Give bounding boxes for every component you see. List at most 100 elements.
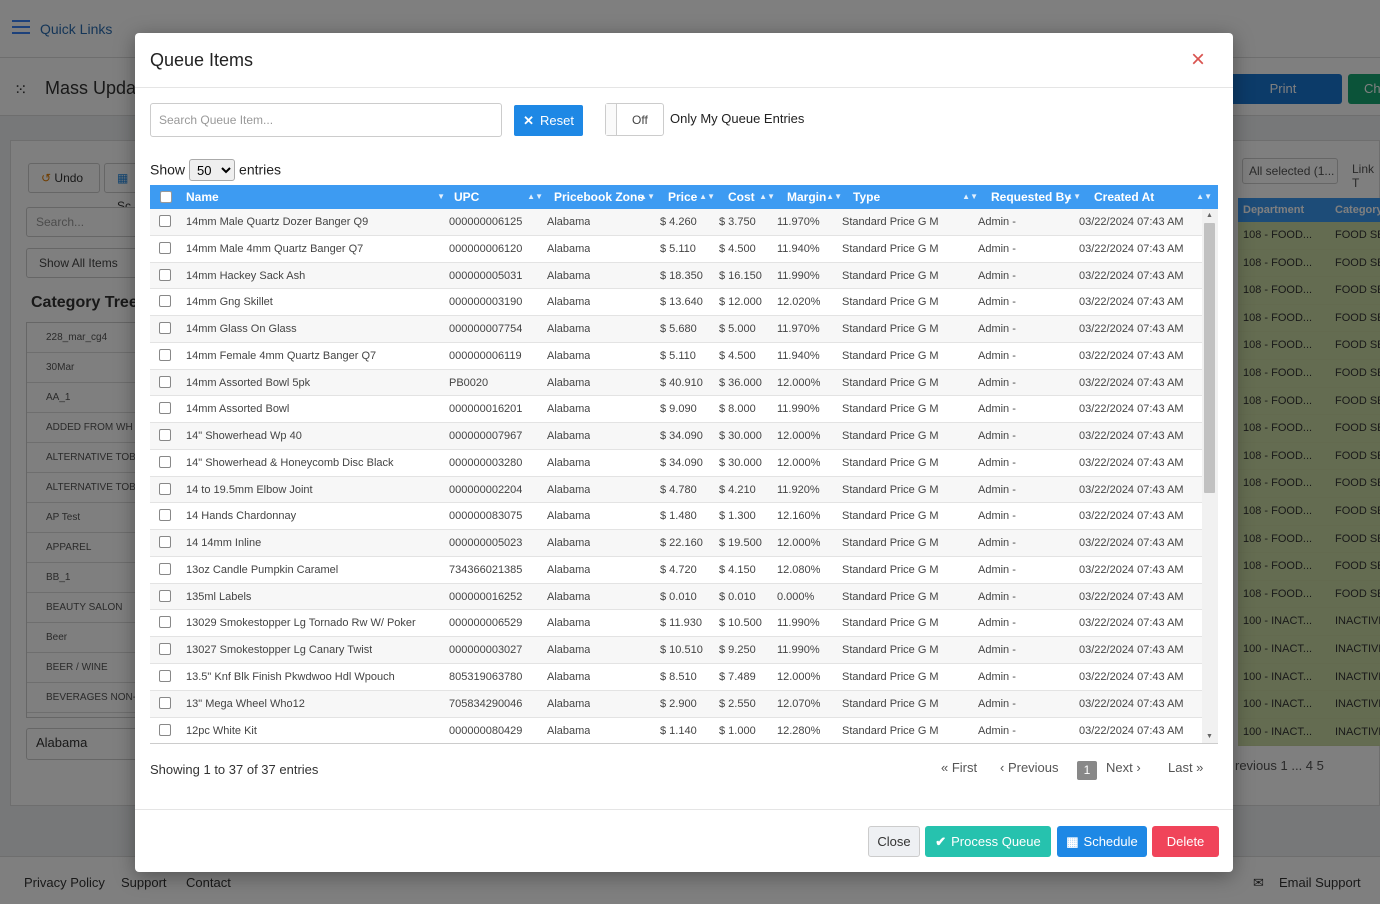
table-row[interactable]: 14mm Male 4mm Quartz Banger Q7 0000000061… — [150, 235, 1202, 263]
col-margin[interactable]: Margin ▲▼ — [787, 185, 845, 209]
delete-button[interactable]: Delete — [1152, 826, 1219, 857]
table-row[interactable]: 14" Showerhead Wp 40 000000007967 Alabama $… — [150, 423, 1202, 450]
col-upc[interactable]: UPC ▲▼ — [454, 185, 546, 209]
table-row[interactable]: 13" Mega Wheel Who12 705834290046 Alabama $… — [150, 690, 1202, 718]
table-row[interactable]: 13.5" Knf Blk Finish Pkwdwoo Hdl Wpouch 8… — [150, 664, 1202, 691]
sort-icon: ▲▼ — [527, 192, 543, 201]
table-row[interactable]: 13029 Smokestopper Lg Tornado Rw W/ Poke… — [150, 610, 1202, 638]
scroll-up-icon[interactable]: ▲ — [1206, 212, 1213, 219]
process-queue-button[interactable]: ✔ Process Queue — [925, 826, 1051, 857]
table-row[interactable]: 14mm Gng Skillet 000000003190 Alabama $ 13.… — [150, 289, 1202, 317]
cell-margin: 12.070% — [777, 697, 821, 710]
table-row[interactable]: 14mm Assorted Bowl 000000016201 Alabama $ 9… — [150, 396, 1202, 424]
row-checkbox[interactable] — [159, 429, 171, 442]
row-checkbox[interactable] — [159, 589, 171, 602]
table-row[interactable]: 14mm Assorted Bowl 5pk PB0020 Alabama $ 40.… — [150, 369, 1202, 397]
scrollbar-thumb[interactable] — [1204, 223, 1215, 493]
previous-page-button[interactable]: ‹ Previous — [1000, 760, 1059, 775]
cell-created-at: 03/22/2024 07:43 AM — [1079, 697, 1184, 710]
row-checkbox[interactable] — [159, 509, 171, 522]
row-checkbox[interactable] — [159, 536, 171, 549]
page-size-select[interactable]: 102550100 — [189, 159, 236, 181]
row-checkbox[interactable] — [159, 723, 171, 736]
scroll-down-icon[interactable]: ▼ — [1206, 733, 1213, 740]
cell-upc: PB0020 — [449, 376, 489, 389]
col-name-label: Name — [186, 190, 219, 204]
cell-requested-by: Admin - — [978, 537, 1016, 550]
cell-upc: 734366021385 — [449, 563, 523, 576]
reset-button[interactable]: ✕ Reset — [514, 105, 583, 136]
cell-name: 14mm Assorted Bowl — [186, 403, 290, 416]
table-row[interactable]: 13027 Smokestopper Lg Canary Twist 000000… — [150, 637, 1202, 665]
process-queue-label: Process Queue — [951, 833, 1041, 849]
col-name[interactable]: Name ▼ — [186, 185, 448, 209]
close-icon[interactable]: × — [1191, 48, 1205, 72]
search-queue-input[interactable] — [150, 103, 502, 137]
table-row[interactable]: 14mm Hackey Sack Ash 000000005031 Alabama $… — [150, 262, 1202, 290]
current-page-button[interactable]: 1 — [1077, 761, 1097, 780]
cell-name: 13" Mega Wheel Who12 — [186, 697, 305, 710]
cell-pricebook-zone: Alabama — [547, 483, 591, 496]
table-row[interactable]: 12pc White Kit 000000080429 Alabama $ 1.140… — [150, 717, 1202, 743]
only-my-queue-toggle[interactable]: Off — [605, 103, 664, 136]
cell-requested-by: Admin - — [978, 216, 1016, 228]
show-label: Show — [150, 161, 186, 178]
check-icon: ✔ — [935, 833, 947, 849]
cell-pricebook-zone: Alabama — [547, 376, 591, 389]
row-checkbox[interactable] — [159, 268, 171, 281]
row-checkbox[interactable] — [159, 402, 171, 415]
row-checkbox[interactable] — [159, 375, 171, 388]
table-row[interactable]: 14 to 19.5mm Elbow Joint 000000002204 Alab… — [150, 476, 1202, 504]
row-checkbox[interactable] — [159, 455, 171, 468]
table-row[interactable]: 14mm Male Quartz Dozer Banger Q9 00000000… — [150, 209, 1202, 236]
row-checkbox[interactable] — [159, 643, 171, 656]
row-checkbox[interactable] — [159, 616, 171, 629]
col-created-label: Created At — [1094, 190, 1155, 204]
select-all-checkbox[interactable] — [160, 191, 172, 203]
row-checkbox[interactable] — [159, 215, 171, 227]
table-row[interactable]: 14 Hands Chardonnay 000000083075 Alabama $ … — [150, 503, 1202, 531]
col-type[interactable]: Type ▲▼ — [853, 185, 981, 209]
cell-upc: 000000006529 — [449, 617, 523, 630]
toggle-knob[interactable] — [606, 104, 617, 135]
table-row[interactable]: 13oz Candle Pumpkin Caramel 734366021385 A… — [150, 556, 1202, 584]
last-page-button[interactable]: Last » — [1168, 760, 1203, 775]
col-pricebook-zone[interactable]: Pricebook Zone ▲▼ — [554, 185, 658, 209]
cell-created-at: 03/22/2024 07:43 AM — [1079, 376, 1184, 389]
first-page-button[interactable]: « First — [941, 760, 977, 775]
next-page-button[interactable]: Next › — [1106, 760, 1141, 775]
table-row[interactable]: 135ml Labels 000000016252 Alabama $ 0.010 $ … — [150, 583, 1202, 611]
table-scrollbar[interactable]: ▲ ▼ — [1202, 209, 1218, 743]
row-checkbox[interactable] — [159, 348, 171, 361]
table-row[interactable]: 14" Showerhead & Honeycomb Disc Black 000… — [150, 449, 1202, 477]
row-checkbox[interactable] — [159, 295, 171, 308]
row-checkbox[interactable] — [159, 241, 171, 254]
schedule-button[interactable]: ▦ Schedule — [1057, 826, 1147, 857]
row-checkbox[interactable] — [159, 562, 171, 575]
cell-pricebook-zone: Alabama — [547, 563, 591, 576]
cell-price: $ 11.930 — [660, 617, 703, 630]
cell-type: Standard Price G M — [842, 430, 939, 443]
row-checkbox[interactable] — [159, 696, 171, 709]
col-requested-by[interactable]: Requested By ▲▼ — [991, 185, 1084, 209]
table-row[interactable]: 14 14mm Inline 000000005023 Alabama $ 22.16… — [150, 530, 1202, 557]
cell-margin: 12.000% — [777, 430, 821, 443]
cell-requested-by: Admin - — [978, 510, 1016, 523]
col-created-at[interactable]: Created At ▲▼ — [1094, 185, 1215, 209]
row-checkbox[interactable] — [159, 322, 171, 335]
row-checkbox[interactable] — [159, 482, 171, 495]
sort-icon: ▲▼ — [639, 192, 655, 201]
cell-requested-by: Admin - — [978, 296, 1016, 309]
cell-cost: $ 16.150 — [719, 269, 762, 282]
cell-name: 14mm Glass On Glass — [186, 323, 297, 336]
cell-type: Standard Price G M — [842, 510, 939, 523]
row-checkbox[interactable] — [159, 670, 171, 683]
cell-cost: $ 3.750 — [719, 216, 756, 228]
table-row[interactable]: 14mm Female 4mm Quartz Banger Q7 00000000… — [150, 342, 1202, 370]
close-button[interactable]: Close — [868, 826, 920, 857]
cell-requested-by: Admin - — [978, 269, 1016, 282]
cell-margin: 12.000% — [777, 671, 821, 684]
col-cost[interactable]: Cost ▲▼ — [728, 185, 778, 209]
col-price[interactable]: Price ▲▼ — [668, 185, 718, 209]
table-row[interactable]: 14mm Glass On Glass 000000007754 Alabama $ … — [150, 316, 1202, 343]
